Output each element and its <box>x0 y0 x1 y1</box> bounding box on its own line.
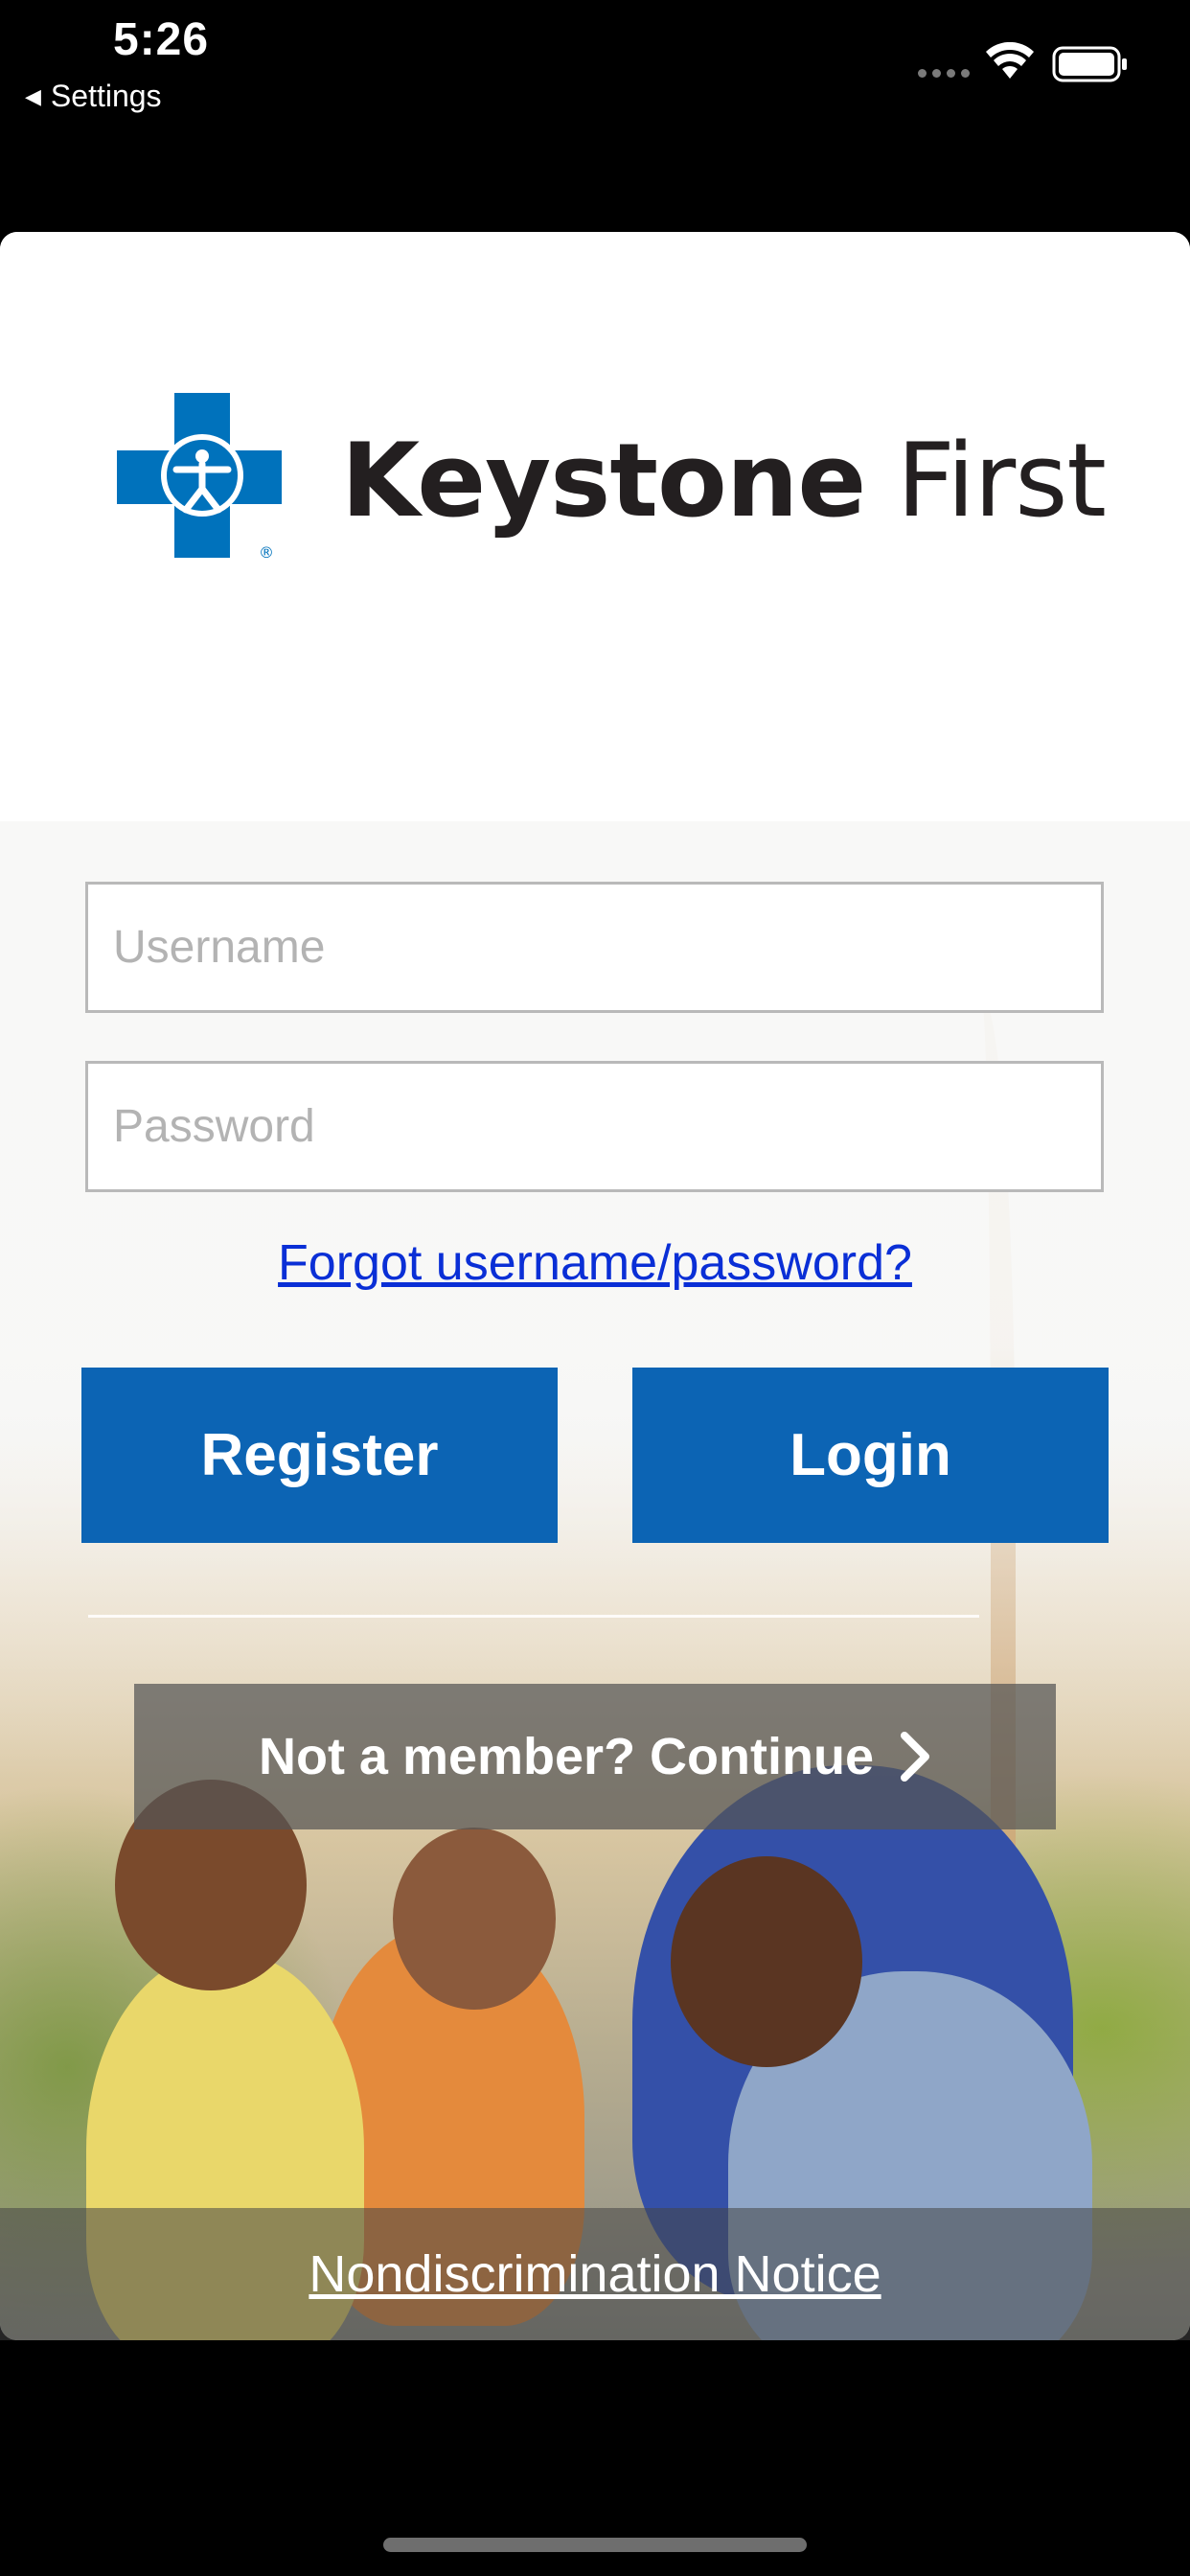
login-button[interactable]: Login <box>632 1368 1109 1543</box>
continue-as-guest-button[interactable]: Not a member? Continue <box>134 1684 1056 1829</box>
brand-name-light: First <box>896 422 1107 540</box>
register-button[interactable]: Register <box>81 1368 558 1543</box>
logo-header: ® Keystone First <box>0 232 1190 821</box>
password-input[interactable] <box>85 1061 1104 1192</box>
back-link-label: Settings <box>50 79 162 113</box>
home-indicator[interactable] <box>383 2538 807 2552</box>
brand-name-bold: Keystone <box>341 422 866 540</box>
nondiscrimination-notice-link[interactable]: Nondiscrimination Notice <box>309 2244 881 2304</box>
continue-label: Not a member? Continue <box>258 1728 875 1785</box>
wifi-icon <box>986 42 1034 79</box>
signal-dots-icon <box>918 69 970 78</box>
status-time: 5:26 <box>113 14 210 65</box>
battery-icon <box>1052 46 1127 82</box>
footer-bar: Nondiscrimination Notice <box>0 2208 1190 2340</box>
chevron-right-icon <box>901 1732 930 1782</box>
brand-name: Keystone First <box>341 422 1107 540</box>
forgot-credentials-link[interactable]: Forgot username/password? <box>0 1234 1190 1292</box>
blue-cross-logo-icon: ® <box>117 393 282 562</box>
photo-woman-head <box>393 1828 556 2010</box>
svg-text:®: ® <box>259 543 274 562</box>
back-to-settings-link[interactable]: ◀ Settings <box>25 79 162 114</box>
status-bar: 5:26 ◀ Settings <box>0 0 1190 125</box>
back-arrow-icon: ◀ <box>25 83 41 108</box>
photo-boy-head <box>671 1856 862 2067</box>
username-input[interactable] <box>85 882 1104 1013</box>
divider <box>88 1615 979 1618</box>
